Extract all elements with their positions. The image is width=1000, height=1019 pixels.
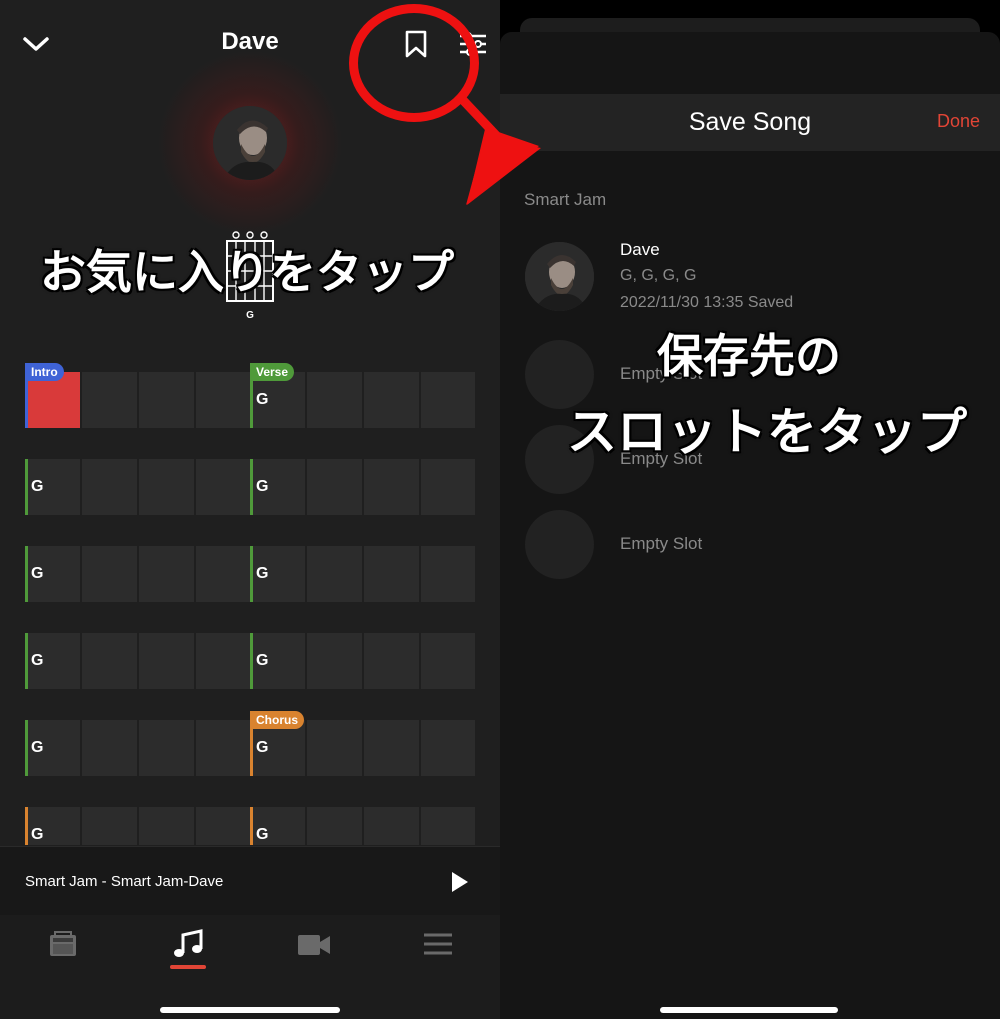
section-bar — [25, 807, 28, 845]
chord-cell[interactable] — [307, 720, 362, 776]
home-indicator — [160, 1007, 340, 1013]
section-bar — [25, 459, 28, 515]
chord-cell[interactable] — [139, 720, 194, 776]
tab-bar — [0, 915, 500, 1019]
chord-diagram-label: G — [246, 310, 254, 321]
chord-cell[interactable] — [364, 807, 419, 845]
video-camera-icon[interactable] — [298, 935, 330, 960]
chord-cell[interactable] — [196, 807, 251, 845]
chord-cell[interactable] — [139, 633, 194, 689]
chord-cell[interactable]: G — [25, 546, 80, 602]
chord-cell[interactable] — [307, 459, 362, 515]
chord-name: G — [256, 652, 269, 669]
chord-name: G — [31, 826, 44, 843]
now-playing-title: Smart Jam - Smart Jam-Dave — [25, 873, 224, 890]
chord-cell[interactable] — [139, 459, 194, 515]
chord-cell[interactable]: G — [250, 633, 305, 689]
chord-cell[interactable] — [196, 459, 251, 515]
chord-cell[interactable] — [82, 546, 137, 602]
chord-cell[interactable] — [196, 546, 251, 602]
chord-cell[interactable] — [421, 720, 475, 776]
annotation-tap-favorite: お気に入りをタップ — [39, 245, 455, 299]
section-bar — [250, 633, 253, 689]
chord-cell[interactable] — [364, 720, 419, 776]
section-bar — [25, 720, 28, 776]
menu-icon[interactable] — [424, 933, 452, 960]
chord-cell[interactable] — [307, 372, 362, 428]
chord-cell[interactable] — [139, 546, 194, 602]
chord-cell[interactable] — [421, 633, 475, 689]
chord-cell[interactable]: G — [250, 807, 305, 845]
chord-name: G — [31, 652, 44, 669]
chord-name: G — [31, 565, 44, 582]
chord-name: G — [256, 739, 269, 756]
now-playing-bar[interactable]: Smart Jam - Smart Jam-Dave — [0, 846, 500, 915]
save-slot-4[interactable]: Empty Slot — [525, 510, 985, 580]
chord-cell[interactable] — [364, 546, 419, 602]
amp-icon[interactable] — [49, 931, 77, 962]
chord-cell[interactable]: G — [25, 807, 80, 845]
chord-row: GG — [25, 807, 475, 845]
active-tab-indicator — [170, 965, 206, 969]
chord-name: G — [256, 826, 269, 843]
chord-name: G — [256, 391, 269, 408]
chord-cell[interactable]: G — [25, 720, 80, 776]
home-indicator — [660, 1007, 838, 1013]
chord-cell[interactable] — [307, 807, 362, 845]
chord-name: G — [31, 739, 44, 756]
chord-cell[interactable] — [364, 372, 419, 428]
chord-cell[interactable] — [82, 372, 137, 428]
chord-name: G — [31, 478, 44, 495]
chord-cell[interactable] — [421, 807, 475, 845]
chord-cell[interactable] — [139, 807, 194, 845]
chord-cell[interactable] — [82, 633, 137, 689]
section-bar — [250, 807, 253, 845]
section-bar — [25, 546, 28, 602]
chord-cell[interactable] — [82, 459, 137, 515]
music-note-icon[interactable] — [172, 929, 204, 966]
section-tag-chorus[interactable]: Chorus — [250, 711, 304, 729]
chord-cell[interactable] — [421, 546, 475, 602]
chord-cell[interactable] — [307, 546, 362, 602]
chord-row: GG — [25, 633, 475, 689]
chord-cell[interactable] — [421, 372, 475, 428]
chord-cell[interactable] — [196, 372, 251, 428]
chord-cell[interactable] — [82, 720, 137, 776]
annotation-tap-slot-2: スロットをタップ — [566, 403, 968, 461]
chord-row: GG — [25, 546, 475, 602]
annotation-tap-slot-1: 保存先の — [656, 329, 842, 383]
section-bar — [250, 546, 253, 602]
chord-cell[interactable] — [421, 459, 475, 515]
chord-cell[interactable] — [364, 459, 419, 515]
chord-cell[interactable]: G — [250, 546, 305, 602]
chord-cell[interactable] — [364, 633, 419, 689]
chord-cell[interactable] — [307, 633, 362, 689]
slot-title: Empty Slot — [620, 534, 703, 553]
chord-name: G — [256, 565, 269, 582]
chord-row: GG — [25, 459, 475, 515]
slot-placeholder — [525, 510, 594, 579]
section-bar — [25, 633, 28, 689]
chord-cell[interactable] — [139, 372, 194, 428]
chord-cell[interactable]: G — [25, 459, 80, 515]
chord-cell[interactable] — [82, 807, 137, 845]
section-tag-intro[interactable]: Intro — [25, 363, 64, 381]
section-tag-verse[interactable]: Verse — [250, 363, 295, 381]
chord-name: G — [256, 478, 269, 495]
play-icon[interactable] — [450, 871, 470, 898]
chord-cell[interactable] — [196, 720, 251, 776]
chord-cell[interactable] — [196, 633, 251, 689]
section-bar — [250, 459, 253, 515]
chord-grid: G G G G G G G G G G G Intro Verse Chorus — [25, 355, 475, 845]
chord-cell[interactable]: G — [250, 459, 305, 515]
chord-cell[interactable]: G — [25, 633, 80, 689]
